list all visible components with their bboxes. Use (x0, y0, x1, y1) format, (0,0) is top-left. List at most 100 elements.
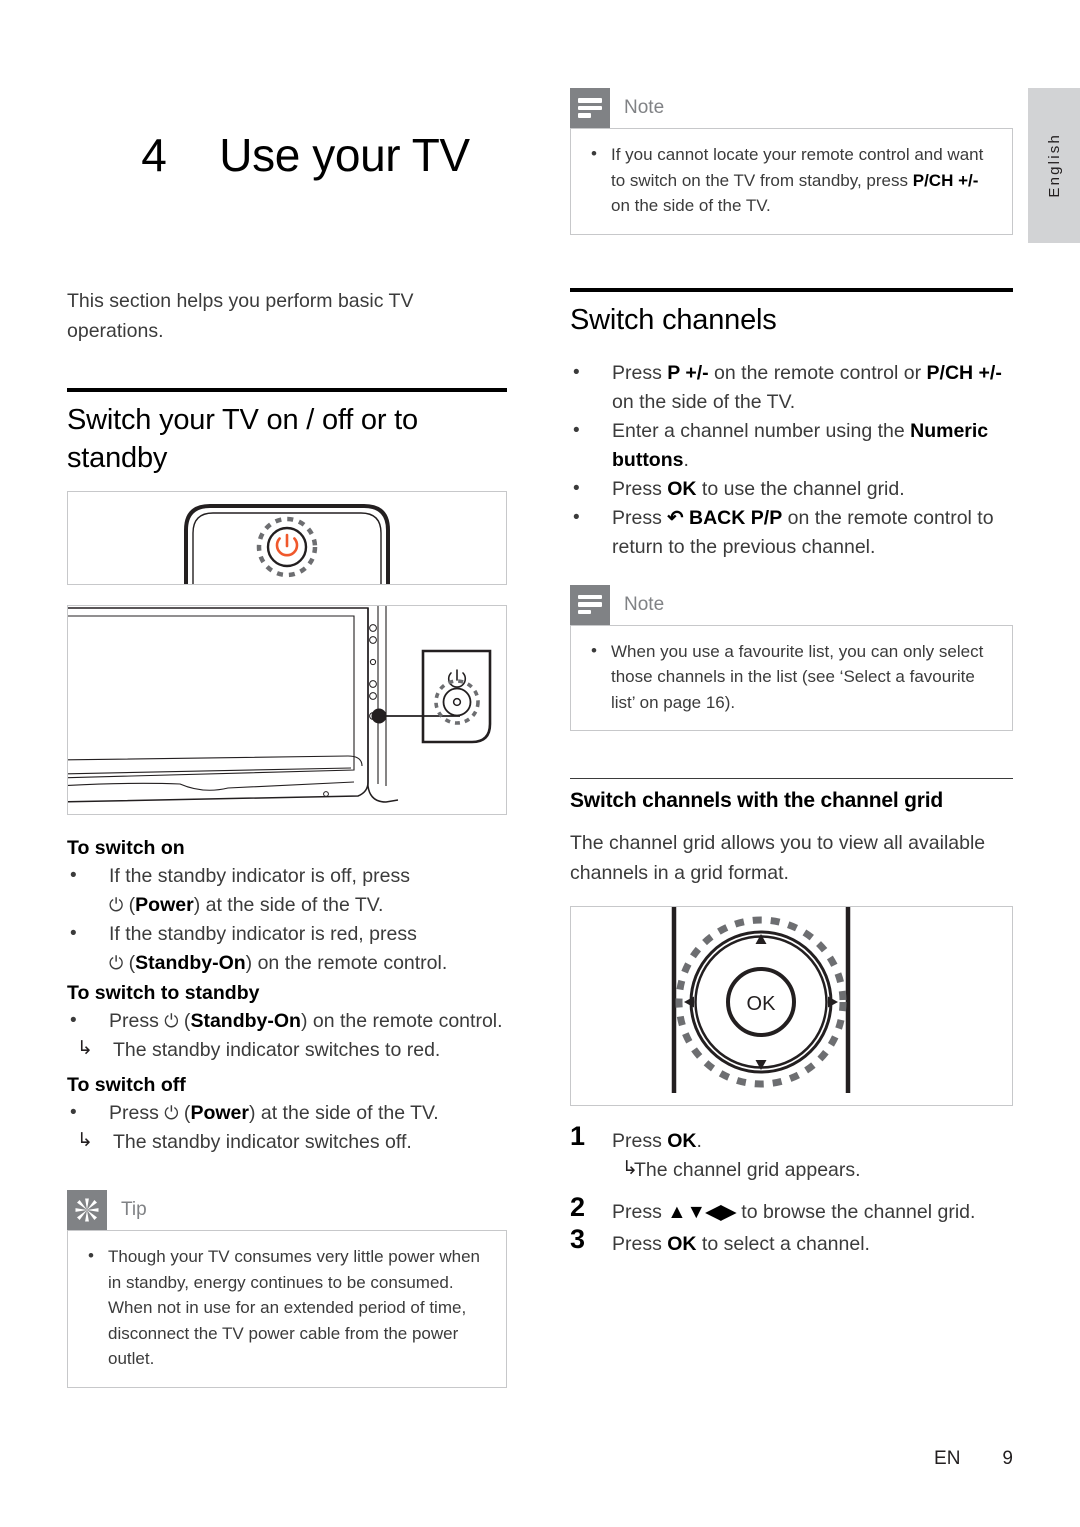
paren-open: ( (123, 952, 136, 974)
power-symbol-icon: ⏻ (164, 1011, 179, 1031)
tip-callout-title: Tip (121, 1199, 147, 1220)
note-callout-bottom-title: Note (624, 593, 665, 615)
figure-tv-side-panel (67, 605, 507, 815)
chapter-number: 4 (141, 129, 167, 181)
list-item-suffix: ) on the remote control. (300, 1010, 503, 1032)
lines-note-icon-bars (578, 98, 602, 118)
channel-grid-steps: 1 Press OK. The channel grid appears. 2 … (570, 1121, 1013, 1259)
note-callout-bottom-body: When you use a favourite list, you can o… (570, 624, 1013, 731)
right-column: Note If you cannot locate your remote co… (570, 0, 1013, 1261)
power-symbol-icon: ⏻ (109, 895, 124, 915)
list-item-text: Press (109, 1010, 165, 1032)
step-number: 1 (570, 1121, 586, 1151)
figure-ok-navigation-pad: OK (570, 906, 1013, 1106)
back-button-bold-term: ↶ BACK P/P (667, 506, 783, 529)
bold-term: OK (667, 477, 697, 500)
note-callout-top-title: Note (624, 97, 665, 118)
text: . (696, 1130, 702, 1152)
switch-standby-list: Press ⏻ (Standby-On) on the remote contr… (67, 1006, 507, 1036)
text: Press (612, 477, 668, 500)
note-callout-top-header: Note (570, 88, 1013, 128)
footer-language-code: EN (934, 1448, 961, 1469)
power-symbol-icon: ⏻ (164, 1103, 179, 1123)
document-page: English 4 Use your TV This section helps … (0, 0, 1080, 1527)
switch-off-list: Press ⏻ (Power) at the side of the TV. (67, 1098, 507, 1128)
tip-callout-body: Though your TV consumes very little powe… (67, 1230, 507, 1388)
bold-term: P/CH +/- (926, 361, 1002, 384)
asterisk-burst-icon-svg (75, 1198, 99, 1222)
bold-term: Power (135, 894, 194, 916)
left-section-heading: Switch your TV on / off or to standby (67, 404, 418, 474)
paren-open: ( (178, 1010, 191, 1032)
text: to browse the channel grid. (735, 1201, 976, 1223)
text: Press (612, 506, 668, 529)
tip-callout: Tip Though your TV consumes very little … (67, 1190, 507, 1388)
heading-to-switch-on: To switch on (67, 837, 185, 859)
list-item: Press ⏻ (Standby-On) on the remote contr… (67, 1006, 507, 1036)
left-column: 4 Use your TV This section helps you perf… (67, 0, 507, 1388)
language-tab: English (1028, 88, 1080, 243)
note-item: If you cannot locate your remote control… (587, 141, 996, 219)
step-number: 3 (570, 1224, 586, 1254)
note-callout-bottom-header: Note (570, 584, 1013, 625)
right-section-heading: Switch channels (570, 303, 777, 336)
step-item: 2 Press ▲▼◀▶ to browse the channel grid. (570, 1192, 1013, 1227)
text: Press (612, 1201, 668, 1223)
switch-on-list: If the standby indicator is off, press ⏻… (67, 861, 507, 978)
result-line: The standby indicator switches off. (67, 1126, 507, 1157)
language-tab-label: English (1045, 133, 1063, 198)
list-item: Enter a channel number using the Numeric… (570, 416, 1013, 475)
arrow-left-icon (684, 996, 694, 1008)
text: Press (612, 1130, 668, 1152)
paren-open: ( (123, 894, 136, 916)
tip-callout-header: Tip (67, 1190, 507, 1230)
bold-term: OK (667, 1130, 697, 1152)
note-item: When you use a favourite list, you can o… (587, 638, 996, 716)
list-item: Press ↶ BACK P/P on the remote control t… (570, 503, 1013, 562)
figure-power-button (67, 491, 507, 585)
list-item-text: If the standby indicator is red, press (109, 923, 417, 945)
list-item-suffix: ) on the remote control. (245, 952, 448, 974)
power-button-illustration (184, 504, 390, 584)
chapter-title-text: Use your TV (219, 129, 470, 181)
lines-note-icon (570, 584, 610, 625)
text: on the side of the TV. (612, 390, 796, 413)
list-item: Press ⏻ (Power) at the side of the TV. (67, 1098, 507, 1128)
arrow-right-icon (828, 996, 838, 1008)
switch-channels-list: Press P +/- on the remote control or P/C… (570, 358, 1013, 562)
text: on the remote control or (708, 361, 927, 384)
text: to use the channel grid. (696, 477, 905, 500)
text: to select a channel. (696, 1233, 870, 1255)
lines-note-icon (570, 88, 610, 128)
bold-term: OK (667, 1233, 697, 1255)
bold-term: Standby-On (190, 1010, 301, 1032)
ok-pad-illustration: OK (671, 907, 851, 1093)
note-callout-top: Note If you cannot locate your remote co… (570, 88, 1013, 235)
bold-term: Standby-On (135, 952, 246, 974)
list-item-text: Press (109, 1102, 165, 1124)
result-line: The channel grid appears. (612, 1154, 1013, 1185)
tip-item: Though your TV consumes very little powe… (84, 1243, 490, 1372)
lines-note-icon-bars (578, 594, 602, 615)
text: Enter a channel number using the (612, 419, 911, 442)
ok-label: OK (747, 993, 777, 1015)
power-symbol-icon: ⏻ (109, 953, 124, 973)
arrow-keys-bold-term: ▲▼◀▶ (667, 1201, 736, 1223)
list-item-suffix: ) at the side of the TV. (248, 1102, 439, 1124)
tv-side-panel-illustration (68, 606, 492, 803)
intro-paragraph: This section helps you perform basic TV … (67, 290, 414, 342)
footer-page-number: 9 (1002, 1448, 1013, 1469)
bold-term: Power (190, 1102, 249, 1124)
list-item: If the standby indicator is red, press ⏻… (67, 919, 507, 978)
bold-term: P/CH +/- (912, 170, 979, 190)
chapter-title: 4 Use your TV (67, 74, 507, 236)
step-item: 3 Press OK to select a channel. (570, 1224, 1013, 1259)
right-subsection-heading: Switch channels with the channel grid (570, 789, 943, 812)
step-item: 1 Press OK. The channel grid appears. (570, 1121, 1013, 1185)
paren-open: ( (178, 1102, 191, 1124)
step-number: 2 (570, 1192, 586, 1222)
heading-to-switch-to-standby: To switch to standby (67, 982, 260, 1004)
note-callout-top-body: If you cannot locate your remote control… (570, 128, 1013, 235)
page-footer: EN 9 (0, 1448, 1013, 1470)
list-item-text: If the standby indicator is off, press (109, 865, 410, 887)
